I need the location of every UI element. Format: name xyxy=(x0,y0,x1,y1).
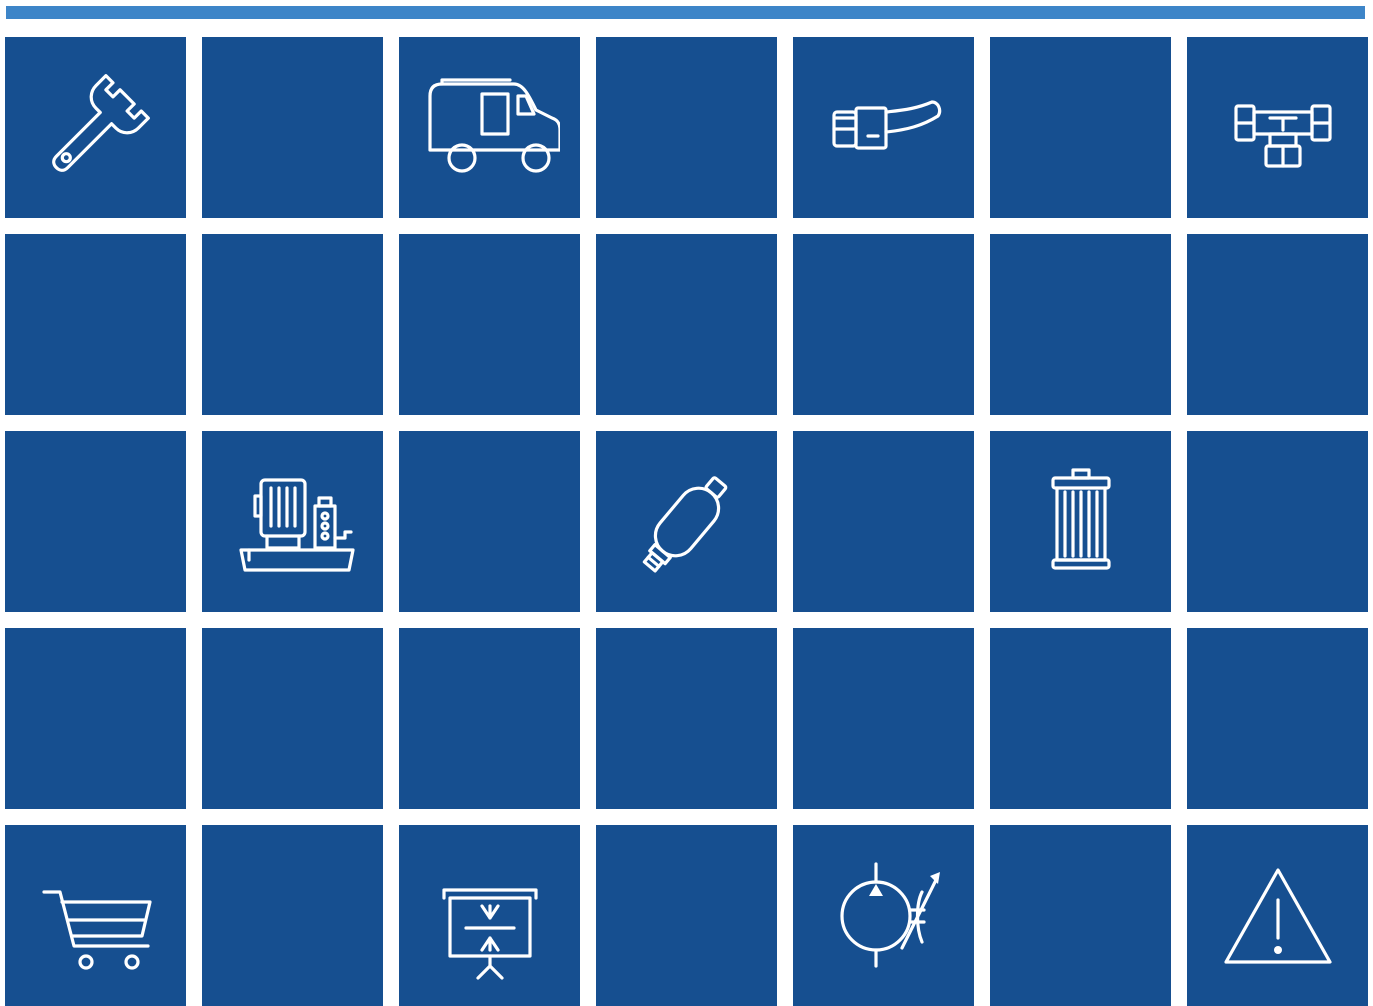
tile-empty[interactable] xyxy=(596,825,777,1006)
tile-empty[interactable] xyxy=(399,628,580,809)
tile-empty[interactable] xyxy=(399,234,580,415)
tile-empty[interactable] xyxy=(5,431,186,612)
header-bar xyxy=(6,6,1365,19)
variable-hydraulic-motor-icon xyxy=(839,861,940,968)
presentation-board-icon xyxy=(441,887,538,980)
van-icon xyxy=(427,77,560,173)
tile-empty[interactable] xyxy=(1187,628,1368,809)
tile-empty[interactable] xyxy=(202,37,383,218)
tile-empty[interactable] xyxy=(202,234,383,415)
tile-empty[interactable] xyxy=(596,37,777,218)
tile-empty[interactable] xyxy=(990,628,1171,809)
tile-wrench[interactable] xyxy=(5,37,186,218)
tile-empty[interactable] xyxy=(793,431,974,612)
tile-empty[interactable] xyxy=(399,431,580,612)
tile-grid xyxy=(5,37,1368,1006)
tile-empty[interactable] xyxy=(202,628,383,809)
pump-unit-icon xyxy=(238,477,355,572)
tile-pump-unit[interactable] xyxy=(202,431,383,612)
wrench-icon xyxy=(51,73,150,172)
tile-empty[interactable] xyxy=(990,825,1171,1006)
tile-empty[interactable] xyxy=(990,37,1171,218)
tile-empty[interactable] xyxy=(1187,431,1368,612)
warning-icon xyxy=(1223,867,1332,964)
tile-empty[interactable] xyxy=(5,628,186,809)
tile-empty[interactable] xyxy=(990,234,1171,415)
tile-variable-hydraulic-motor[interactable] xyxy=(793,825,974,1006)
tile-empty[interactable] xyxy=(793,234,974,415)
tile-filter-element[interactable] xyxy=(990,431,1171,612)
shopping-cart-icon xyxy=(41,889,152,970)
tile-empty[interactable] xyxy=(1187,234,1368,415)
tile-empty[interactable] xyxy=(596,234,777,415)
hose-fitting-icon xyxy=(831,99,941,150)
tile-van[interactable] xyxy=(399,37,580,218)
tile-empty[interactable] xyxy=(793,628,974,809)
tile-warning[interactable] xyxy=(1187,825,1368,1006)
tee-fitting-icon xyxy=(1233,103,1332,168)
tile-hose-fitting[interactable] xyxy=(793,37,974,218)
tile-shopping-cart[interactable] xyxy=(5,825,186,1006)
tile-empty[interactable] xyxy=(5,234,186,415)
tile-tee-fitting[interactable] xyxy=(1187,37,1368,218)
accumulator-icon xyxy=(642,475,727,573)
filter-element-icon xyxy=(1050,467,1111,570)
tile-accumulator[interactable] xyxy=(596,431,777,612)
tile-empty[interactable] xyxy=(202,825,383,1006)
tile-presentation-board[interactable] xyxy=(399,825,580,1006)
tile-empty[interactable] xyxy=(596,628,777,809)
